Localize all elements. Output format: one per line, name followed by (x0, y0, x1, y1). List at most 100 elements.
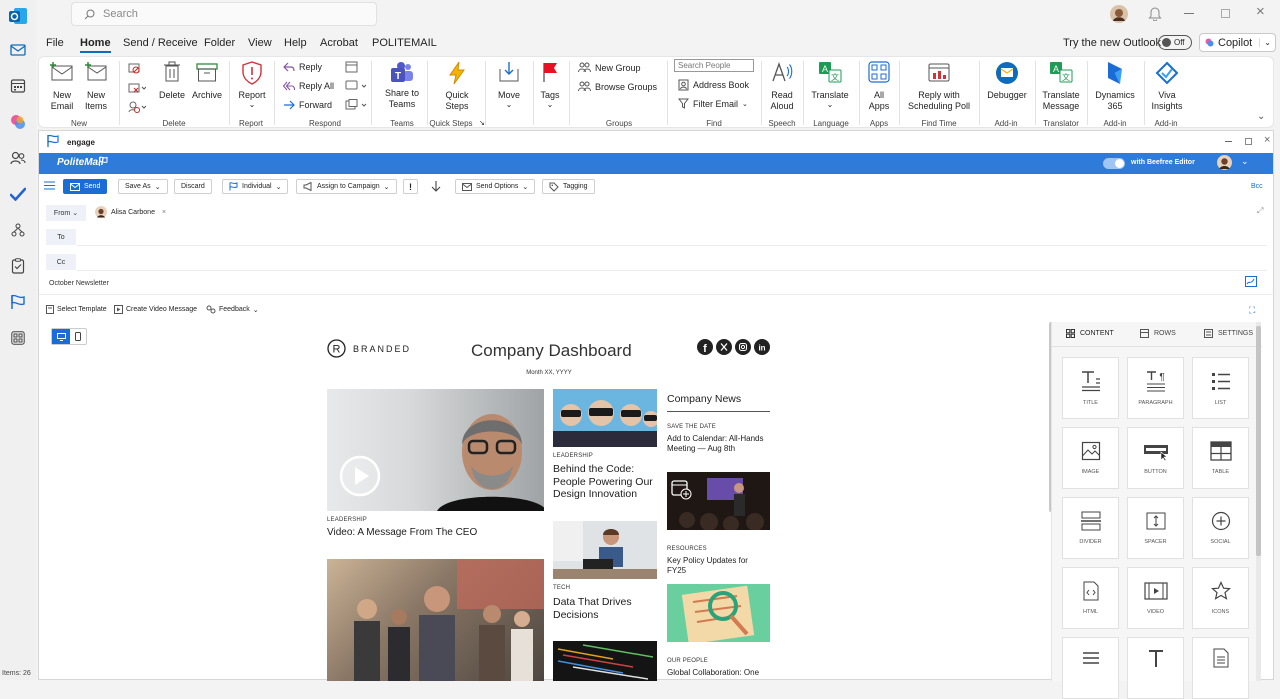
to-button[interactable]: To (46, 229, 76, 245)
filter-email-button[interactable]: Filter Email ⌄ (678, 98, 748, 109)
menu-view[interactable]: View (248, 37, 272, 49)
high-priority-button[interactable]: ! (403, 179, 418, 194)
address-book-button[interactable]: Address Book (678, 79, 749, 91)
minimize-button[interactable] (1225, 141, 1232, 142)
im-reply-icon[interactable] (345, 80, 367, 92)
menu-send-receive[interactable]: Send / Receive (123, 37, 198, 49)
policy-image[interactable] (667, 584, 770, 642)
search-people-input[interactable]: Search People (674, 59, 754, 72)
cc-button[interactable]: Cc (46, 254, 76, 270)
menu-folder[interactable]: Folder (204, 37, 235, 49)
maximize-button[interactable] (1221, 9, 1230, 18)
reply-scheduling-poll-button[interactable]: Reply with Scheduling Poll (903, 61, 975, 112)
tech-data-image[interactable] (553, 521, 657, 579)
mobile-view-button[interactable] (70, 329, 86, 344)
article-headline[interactable]: Add to Calendar: All-Hands Meeting — Aug… (667, 434, 767, 454)
send-options-dropdown[interactable]: Send Options ⌄ (455, 179, 536, 194)
team-office-image[interactable] (327, 559, 544, 681)
article-headline[interactable]: Global Collaboration: One (667, 668, 771, 678)
block-file[interactable] (1192, 637, 1249, 699)
block-spacer[interactable]: SPACER (1127, 497, 1184, 559)
tab-settings[interactable]: SETTINGS (1204, 329, 1253, 338)
signature-icon[interactable] (1245, 276, 1257, 287)
from-button[interactable]: From ⌄ (46, 205, 86, 221)
send-button[interactable]: Send (63, 179, 108, 194)
facebook-icon[interactable]: f (697, 339, 713, 355)
menu-home[interactable]: Home (80, 37, 111, 53)
individual-dropdown[interactable]: Individual ⌄ (222, 179, 289, 194)
code-screen-image[interactable] (553, 641, 657, 681)
org-explorer-icon[interactable] (6, 218, 30, 242)
feedback-dropdown[interactable]: Feedback ⌄ (206, 305, 259, 314)
new-outlook-toggle[interactable]: Off (1158, 35, 1192, 50)
block-html[interactable]: HTML (1062, 567, 1119, 629)
article-headline[interactable]: Key Policy Updates for FY25 (667, 556, 767, 576)
block-image[interactable]: IMAGE (1062, 427, 1119, 489)
ignore-icon[interactable] (128, 62, 140, 74)
close-button[interactable]: × (1256, 4, 1265, 19)
todo-icon[interactable] (6, 182, 30, 206)
block-text[interactable] (1127, 637, 1184, 699)
from-chip[interactable]: Alisa Carbone × (95, 205, 166, 219)
minimize-button[interactable] (1184, 13, 1194, 14)
people-icon[interactable] (6, 146, 30, 170)
reply-all-button[interactable]: Reply All (283, 81, 334, 91)
report-button[interactable]: Report ⌄ (236, 61, 268, 109)
block-button[interactable]: BUTTON (1127, 427, 1184, 489)
ceo-video-image[interactable] (327, 389, 544, 511)
move-button[interactable]: Move ⌄ (493, 61, 525, 109)
block-table[interactable]: TABLE (1192, 427, 1249, 489)
expand-icon[interactable]: ⤢ (1257, 206, 1263, 216)
tab-content[interactable]: CONTENT (1066, 329, 1114, 338)
desktop-view-button[interactable] (52, 329, 70, 344)
subject-field[interactable]: October Newsletter (49, 280, 109, 287)
block-title[interactable]: TITLE (1062, 357, 1119, 419)
search-input[interactable]: Search (71, 2, 377, 26)
fullscreen-icon[interactable]: ⛶ (1249, 305, 1255, 316)
forward-button[interactable]: Forward (283, 100, 332, 110)
new-email-button[interactable]: New Email (48, 61, 76, 112)
mail-icon[interactable] (6, 38, 30, 62)
block-icons[interactable]: ICONS (1192, 567, 1249, 629)
more-respond-icon[interactable] (345, 99, 367, 111)
browse-groups-button[interactable]: Browse Groups (578, 81, 657, 92)
tab-rows[interactable]: ROWS (1140, 329, 1176, 338)
new-items-button[interactable]: New Items (81, 61, 111, 112)
all-apps-button[interactable]: All Apps (865, 61, 893, 112)
politemail-rail-icon[interactable] (6, 290, 30, 314)
maximize-button[interactable] (1245, 138, 1252, 145)
beefree-editor-toggle[interactable] (1103, 158, 1125, 169)
panel-scrollbar[interactable] (1256, 322, 1261, 681)
cleanup-icon[interactable] (128, 82, 146, 94)
tagging-button[interactable]: Tagging (542, 179, 595, 194)
new-group-button[interactable]: New Group (578, 62, 641, 73)
block-social[interactable]: SOCIAL (1192, 497, 1249, 559)
block-video[interactable]: VIDEO (1127, 567, 1184, 629)
dynamics-365-button[interactable]: Dynamics 365 (1092, 61, 1138, 112)
translate-message-button[interactable]: A文 Translate Message (1039, 61, 1083, 112)
avatar[interactable] (1110, 5, 1128, 23)
archive-button[interactable]: Archive (190, 61, 224, 101)
meeting-reply-icon[interactable] (345, 61, 359, 73)
discard-button[interactable]: Discard (174, 179, 212, 194)
tasks-icon[interactable] (6, 254, 30, 278)
menu-acrobat[interactable]: Acrobat (320, 37, 358, 49)
translate-button[interactable]: A文 Translate ⌄ (809, 61, 851, 109)
copilot-icon[interactable] (6, 110, 30, 134)
viva-insights-button[interactable]: Viva Insights (1147, 61, 1187, 112)
bcc-link[interactable]: Bcc (1251, 183, 1263, 190)
reply-button[interactable]: Reply (283, 62, 322, 72)
play-icon[interactable] (339, 455, 381, 497)
create-video-message-button[interactable]: Create Video Message (114, 305, 197, 314)
chevron-down-icon[interactable]: ⌄ (1259, 38, 1275, 47)
quick-steps-button[interactable]: Quick Steps (437, 61, 477, 112)
linkedin-icon[interactable]: in (754, 339, 770, 355)
to-field[interactable] (79, 229, 1259, 245)
menu-help[interactable]: Help (284, 37, 307, 49)
menu-file[interactable]: File (46, 37, 64, 49)
share-to-teams-button[interactable]: T Share to Teams (382, 61, 422, 110)
block-divider[interactable]: DIVIDER (1062, 497, 1119, 559)
assign-to-campaign-dropdown[interactable]: Assign to Campaign ⌄ (296, 179, 397, 194)
save-as-button[interactable]: Save As ⌄ (118, 179, 168, 194)
menu-politemail[interactable]: POLITEMAIL (372, 37, 437, 49)
